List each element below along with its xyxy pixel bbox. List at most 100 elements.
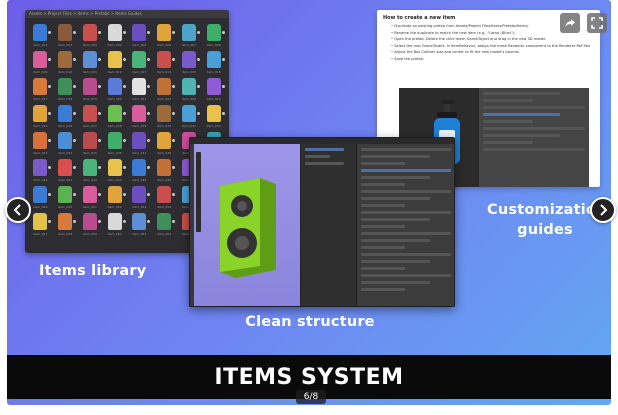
library-item-thumbnail xyxy=(82,213,101,230)
library-item-thumbnail xyxy=(206,78,225,95)
library-item[interactable]: item_060 xyxy=(103,213,126,236)
library-item-thumbnail xyxy=(157,51,176,68)
library-item[interactable]: item_024 xyxy=(202,78,225,101)
previous-slide-button[interactable] xyxy=(5,197,31,223)
library-item-name: item_053 xyxy=(132,205,147,209)
library-item-thumbnail xyxy=(157,213,176,230)
library-item[interactable]: item_058 xyxy=(54,213,77,236)
library-item[interactable]: item_025 xyxy=(29,105,52,128)
library-item[interactable]: item_002 xyxy=(54,24,77,47)
library-item-thumbnail xyxy=(157,186,176,203)
library-item[interactable]: item_018 xyxy=(54,78,77,101)
library-item-name: item_019 xyxy=(82,97,97,101)
library-item-thumbnail xyxy=(206,24,225,41)
library-item-thumbnail xyxy=(33,132,52,149)
library-item-name: item_016 xyxy=(206,70,221,74)
library-item-name: item_007 xyxy=(181,43,196,47)
library-item[interactable]: item_062 xyxy=(153,213,176,236)
library-item[interactable]: item_004 xyxy=(103,24,126,47)
library-item[interactable]: item_046 xyxy=(153,159,176,182)
library-item[interactable]: item_009 xyxy=(29,51,52,74)
library-item-thumbnail xyxy=(132,51,151,68)
library-item-name: item_062 xyxy=(157,232,172,236)
library-item[interactable]: item_003 xyxy=(79,24,102,47)
library-item[interactable]: item_011 xyxy=(79,51,102,74)
library-item[interactable]: item_020 xyxy=(103,78,126,101)
library-item[interactable]: item_051 xyxy=(79,186,102,209)
library-item[interactable]: item_061 xyxy=(128,213,151,236)
library-item-name: item_032 xyxy=(206,124,221,128)
speaker-model xyxy=(220,178,276,278)
library-item-thumbnail xyxy=(107,213,126,230)
library-item[interactable]: item_036 xyxy=(103,132,126,155)
library-item[interactable]: item_030 xyxy=(153,105,176,128)
library-item-name: item_046 xyxy=(157,178,172,182)
library-item-thumbnail xyxy=(33,78,52,95)
library-item-thumbnail xyxy=(206,51,225,68)
library-item[interactable]: item_010 xyxy=(54,51,77,74)
fullscreen-button[interactable] xyxy=(587,13,607,33)
library-item[interactable]: item_044 xyxy=(103,159,126,182)
library-item-thumbnail xyxy=(206,105,225,122)
library-item[interactable]: item_013 xyxy=(128,51,151,74)
library-item[interactable]: item_027 xyxy=(79,105,102,128)
library-item-name: item_051 xyxy=(82,205,97,209)
share-button[interactable] xyxy=(560,13,580,33)
library-item[interactable]: item_038 xyxy=(153,132,176,155)
library-item[interactable]: item_006 xyxy=(153,24,176,47)
library-item[interactable]: item_057 xyxy=(29,213,52,236)
scene-view xyxy=(194,144,300,306)
library-item[interactable]: item_001 xyxy=(29,24,52,47)
library-item[interactable]: item_042 xyxy=(54,159,77,182)
library-item[interactable]: item_031 xyxy=(178,105,201,128)
library-item[interactable]: item_022 xyxy=(153,78,176,101)
library-item-name: item_024 xyxy=(206,97,221,101)
library-item[interactable]: item_012 xyxy=(103,51,126,74)
library-item-thumbnail xyxy=(58,24,77,41)
library-item[interactable]: item_059 xyxy=(79,213,102,236)
library-item[interactable]: item_045 xyxy=(128,159,151,182)
next-slide-button[interactable] xyxy=(590,197,616,223)
library-item-thumbnail xyxy=(82,159,101,176)
library-item-thumbnail xyxy=(107,186,126,203)
library-item[interactable]: item_052 xyxy=(103,186,126,209)
library-item-thumbnail xyxy=(132,105,151,122)
library-item[interactable]: item_029 xyxy=(128,105,151,128)
library-item[interactable]: item_050 xyxy=(54,186,77,209)
library-item[interactable]: item_049 xyxy=(29,186,52,209)
library-item[interactable]: item_032 xyxy=(202,105,225,128)
library-item[interactable]: item_014 xyxy=(153,51,176,74)
library-item[interactable]: item_016 xyxy=(202,51,225,74)
library-item[interactable]: item_037 xyxy=(128,132,151,155)
library-item-thumbnail xyxy=(132,132,151,149)
library-item[interactable]: item_033 xyxy=(29,132,52,155)
library-item[interactable]: item_005 xyxy=(128,24,151,47)
library-item-thumbnail xyxy=(132,186,151,203)
library-item-name: item_060 xyxy=(107,232,122,236)
library-item[interactable]: item_017 xyxy=(29,78,52,101)
library-item[interactable]: item_021 xyxy=(128,78,151,101)
library-item[interactable]: item_054 xyxy=(153,186,176,209)
library-item[interactable]: item_023 xyxy=(178,78,201,101)
library-item-thumbnail xyxy=(82,105,101,122)
library-item[interactable]: item_026 xyxy=(54,105,77,128)
library-item[interactable]: item_041 xyxy=(29,159,52,182)
library-item[interactable]: item_008 xyxy=(202,24,225,47)
library-item-name: item_017 xyxy=(33,97,48,101)
library-item-name: item_021 xyxy=(132,97,147,101)
fullscreen-icon xyxy=(591,17,603,29)
library-item[interactable]: item_034 xyxy=(54,132,77,155)
library-item-thumbnail xyxy=(107,132,126,149)
library-item[interactable]: item_043 xyxy=(79,159,102,182)
library-item-name: item_044 xyxy=(107,178,122,182)
library-item-thumbnail xyxy=(107,51,126,68)
library-item[interactable]: item_015 xyxy=(178,51,201,74)
library-item[interactable]: item_028 xyxy=(103,105,126,128)
library-item[interactable]: item_007 xyxy=(178,24,201,47)
library-item-thumbnail xyxy=(58,132,77,149)
library-item[interactable]: item_053 xyxy=(128,186,151,209)
library-item-name: item_042 xyxy=(58,178,73,182)
library-item[interactable]: item_035 xyxy=(79,132,102,155)
library-item[interactable]: item_019 xyxy=(79,78,102,101)
library-item-thumbnail xyxy=(33,24,52,41)
